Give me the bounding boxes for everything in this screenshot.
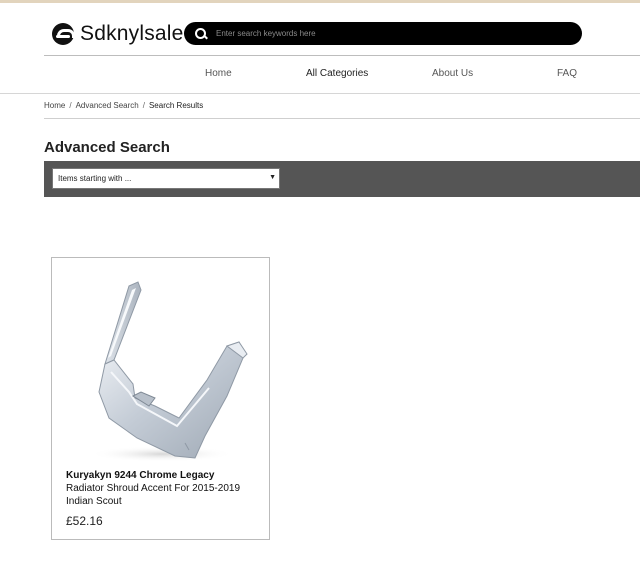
breadcrumb-separator: / [69, 101, 72, 110]
search-icon[interactable] [184, 22, 212, 45]
items-starting-with-select[interactable]: Items starting with ... ▼ [52, 168, 280, 189]
brand-logo-icon [52, 23, 75, 45]
product-price: £52.16 [66, 514, 103, 528]
dropdown-arrow-icon: ▼ [269, 174, 276, 181]
nav-item-home[interactable]: Home [205, 68, 232, 79]
filter-band: Items starting with ... ▼ [44, 161, 640, 197]
site-logo[interactable]: Sdknylsale [52, 22, 184, 46]
select-value: Items starting with ... [58, 174, 132, 183]
product-card[interactable]: Kuryakyn 9244 Chrome Legacy Radiator Shro… [51, 257, 270, 540]
product-title-rest: Radiator Shroud Accent For 2015-2019 Ind… [66, 483, 240, 507]
site-header: Sdknylsale [0, 3, 640, 55]
search-bar [184, 22, 582, 45]
page-title: Advanced Search [44, 139, 170, 156]
nav-item-all-categories[interactable]: All Categories [306, 68, 368, 79]
nav-item-about-us[interactable]: About Us [432, 68, 473, 79]
main-nav: Home All Categories About Us FAQ [0, 56, 640, 93]
search-input[interactable] [216, 29, 556, 38]
nav-divider [0, 93, 640, 94]
breadcrumb-current: Search Results [148, 101, 204, 110]
product-title[interactable]: Kuryakyn 9244 Chrome Legacy Radiator Shro… [66, 469, 262, 508]
breadcrumb-home[interactable]: Home [44, 101, 65, 110]
product-image[interactable] [77, 268, 251, 464]
breadcrumb-divider [44, 118, 640, 119]
breadcrumb-separator: / [142, 101, 145, 110]
breadcrumb: Home / Advanced Search / Search Results [44, 101, 203, 110]
product-title-bold: Kuryakyn 9244 Chrome Legacy [66, 470, 215, 481]
breadcrumb-advanced-search[interactable]: Advanced Search [76, 101, 139, 110]
nav-item-faq[interactable]: FAQ [557, 68, 577, 79]
brand-name: Sdknylsale [80, 22, 184, 45]
